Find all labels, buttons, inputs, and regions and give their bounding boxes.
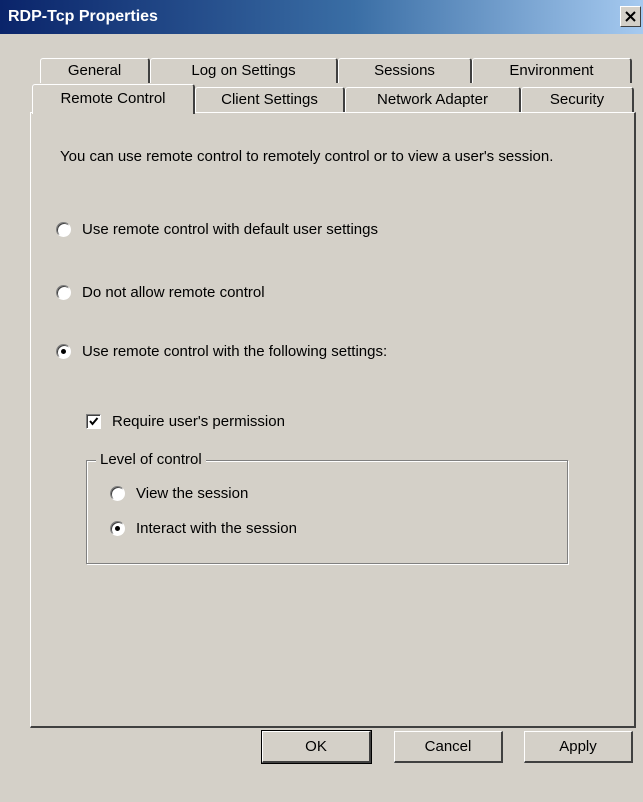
tab-network-adapter[interactable]: Network Adapter <box>345 87 521 112</box>
tab-general[interactable]: General <box>40 58 150 83</box>
tab-security[interactable]: Security <box>521 87 634 112</box>
radio-following-settings[interactable]: Use remote control with the following se… <box>56 343 387 360</box>
level-of-control-group <box>86 460 568 564</box>
radio-label: Use remote control with the following se… <box>82 343 388 360</box>
checkbox-label: Require user's permission <box>112 413 285 430</box>
tab-client-settings[interactable]: Client Settings <box>195 87 345 112</box>
tab-sessions[interactable]: Sessions <box>338 58 472 83</box>
radio-button[interactable] <box>110 521 125 536</box>
window-title: RDP-Tcp Properties <box>8 8 158 25</box>
radio-default-settings[interactable]: Use remote control with default user set… <box>56 221 378 238</box>
require-permission-checkbox[interactable]: Require user's permission <box>86 413 285 430</box>
radio-label: Interact with the session <box>136 520 297 537</box>
apply-button[interactable]: Apply <box>524 731 633 763</box>
close-button[interactable] <box>620 6 641 27</box>
radio-interact-session[interactable]: Interact with the session <box>110 520 297 537</box>
group-label: Level of control <box>96 451 206 468</box>
radio-button[interactable] <box>56 222 71 237</box>
radio-label: View the session <box>136 485 249 502</box>
tab-environment[interactable]: Environment <box>472 58 632 83</box>
title-bar: RDP-Tcp Properties <box>0 0 643 34</box>
tab-log-on-settings[interactable]: Log on Settings <box>150 58 338 83</box>
radio-do-not-allow[interactable]: Do not allow remote control <box>56 284 265 301</box>
radio-button[interactable] <box>56 285 71 300</box>
radio-label: Do not allow remote control <box>82 284 265 301</box>
checkmark-icon <box>89 417 99 426</box>
tab-remote-control[interactable]: Remote Control <box>32 84 195 114</box>
checkbox[interactable] <box>86 414 101 429</box>
properties-dialog: RDP-Tcp Properties General Log on Settin… <box>0 0 643 802</box>
ok-button[interactable]: OK <box>261 730 372 764</box>
radio-label: Use remote control with default user set… <box>82 221 378 238</box>
intro-text: You can use remote control to remotely c… <box>60 148 554 165</box>
cancel-button[interactable]: Cancel <box>394 731 503 763</box>
radio-button[interactable] <box>56 344 71 359</box>
close-icon <box>625 11 636 22</box>
radio-view-session[interactable]: View the session <box>110 485 248 502</box>
radio-button[interactable] <box>110 486 125 501</box>
